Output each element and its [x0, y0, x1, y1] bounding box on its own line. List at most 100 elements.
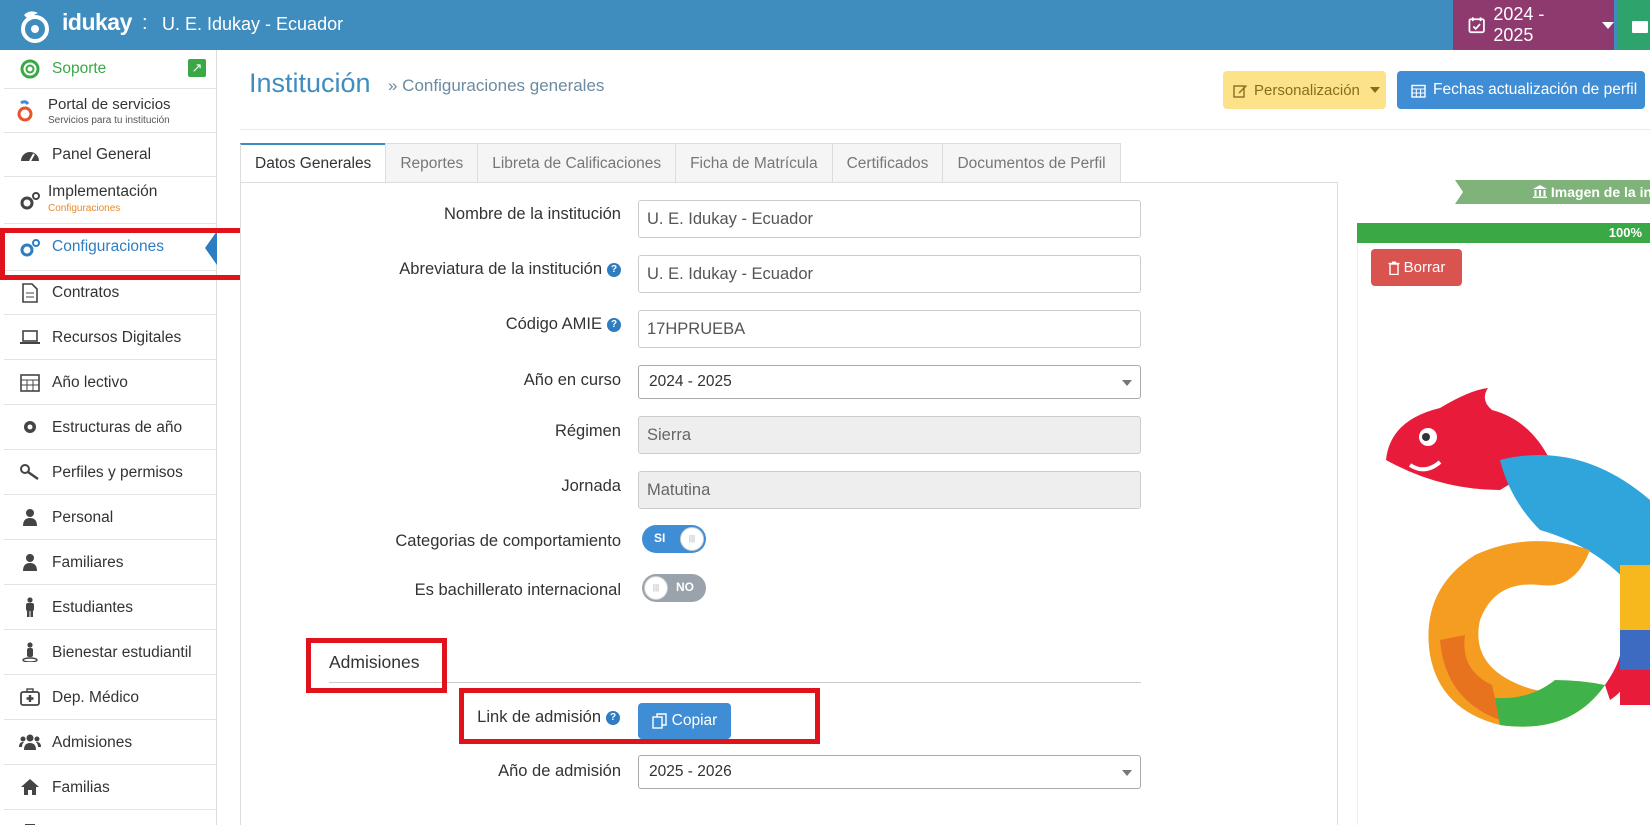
sidebar-item-dep-medico[interactable]: Dep. Médico	[4, 675, 217, 720]
anio-admision-select[interactable]: 2025 - 2026	[638, 755, 1141, 789]
sidebar-item-label: Estudiantes	[52, 599, 133, 616]
regimen-label: Régimen	[555, 422, 621, 441]
upload-progress-bar: 100%	[1357, 223, 1650, 243]
sidebar-item-label: Familias	[52, 779, 110, 796]
image-banner: Imagen de la ins	[1455, 180, 1650, 204]
sidebar-item-label: Admisiones	[52, 734, 133, 751]
envelope-icon	[1632, 21, 1648, 33]
sidebar-item-label: Dep. Médico	[52, 689, 140, 706]
sidebar-item-label: Personal	[52, 509, 114, 526]
chevron-down-icon	[1369, 87, 1380, 93]
institution-name: U. E. Idukay - Ecuador	[162, 14, 344, 34]
page-title: Institución	[249, 68, 371, 98]
anio-curso-label-text: Año en curso	[523, 371, 621, 389]
messages-button[interactable]	[1618, 0, 1650, 50]
sidebar-item-familias[interactable]: Familias	[4, 765, 217, 810]
sidebar-item-implementacion[interactable]: Implementación Configuraciones	[4, 177, 217, 224]
amie-label-text: Código AMIE	[505, 315, 602, 333]
laptop-icon	[19, 326, 41, 348]
nombre-label-text: Nombre de la institución	[443, 205, 621, 223]
anio-admision-label-text: Año de admisión	[498, 762, 621, 780]
tab-datos-generales[interactable]: Datos Generales	[240, 143, 387, 183]
sidebar-item-soporte[interactable]: Soporte ↗	[4, 50, 217, 89]
sidebar-item-perfiles[interactable]: Perfiles y permisos	[4, 450, 217, 495]
regimen-input: Sierra	[638, 416, 1141, 454]
bachillerato-label: Es bachillerato internacional	[415, 581, 621, 600]
anio-admision-label: Año de admisión	[498, 762, 621, 781]
sidebar-item-panel-general[interactable]: Panel General	[4, 133, 217, 177]
highlight-box-link-admision	[459, 688, 820, 744]
section-divider	[329, 682, 1141, 683]
nombre-label: Nombre de la institución	[444, 205, 621, 224]
bachillerato-toggle[interactable]: ||| NO	[642, 574, 706, 602]
fechas-label: Fechas actualización de perfil	[1433, 81, 1638, 98]
sidebar-item-bienestar[interactable]: Bienestar estudiantil	[4, 630, 217, 675]
header-divider	[240, 129, 1650, 130]
chevron-down-icon	[1122, 770, 1132, 776]
tab-ficha-matricula[interactable]: Ficha de Matrícula	[675, 143, 833, 183]
anio-curso-select[interactable]: 2024 - 2025	[638, 365, 1141, 399]
gears-icon	[19, 190, 41, 212]
jornada-label-text: Jornada	[561, 477, 621, 495]
tab-certificados[interactable]: Certificados	[831, 143, 944, 183]
sidebar-item-estudiantes[interactable]: Estudiantes	[4, 585, 217, 630]
sidebar-item-more[interactable]	[4, 810, 217, 825]
borrar-label: Borrar	[1403, 259, 1446, 276]
toggle-text: SI	[654, 531, 666, 545]
sidebar-item-anio-lectivo[interactable]: Año lectivo	[4, 360, 217, 405]
dashboard-icon	[19, 144, 41, 166]
borrar-button[interactable]: Borrar	[1371, 249, 1462, 286]
sidebar-item-label: Perfiles y permisos	[52, 464, 183, 481]
amie-input[interactable]: 17HPRUEBA	[638, 310, 1141, 348]
sidebar-item-label: Soporte	[52, 60, 107, 77]
sidebar-item-personal[interactable]: Personal	[4, 495, 217, 540]
more-icon	[19, 817, 41, 825]
home-icon	[19, 776, 41, 798]
sidebar-item-label: Implementación	[48, 183, 158, 200]
portal-icon	[14, 100, 36, 122]
sidebar-item-label: Familiares	[52, 554, 124, 571]
calendar-icon	[19, 371, 41, 393]
sidebar-item-portal-servicios[interactable]: Portal de servicios Servicios para tu in…	[4, 89, 217, 133]
sidebar-item-label: Estructuras de año	[52, 419, 183, 436]
personalizacion-label: Personalización	[1254, 81, 1360, 99]
toggle-text: NO	[676, 580, 694, 594]
help-icon[interactable]: ?	[607, 262, 621, 277]
sidebar-item-familiares[interactable]: Familiares	[4, 540, 217, 585]
banner-notch	[1455, 180, 1463, 204]
sidebar-item-recursos-digitales[interactable]: Recursos Digitales	[4, 315, 217, 360]
anio-curso-label: Año en curso	[524, 371, 621, 390]
brand-name: idukay	[62, 9, 132, 35]
nombre-input[interactable]: U. E. Idukay - Ecuador	[638, 200, 1141, 238]
toggle-knob: |||	[644, 576, 668, 600]
categorias-label-text: Categorias de comportamiento	[395, 532, 621, 550]
personalizacion-button[interactable]: Personalización	[1223, 71, 1386, 109]
help-icon[interactable]: ?	[607, 317, 621, 332]
fechas-actualizacion-button[interactable]: Fechas actualización de perfil	[1397, 71, 1645, 109]
tab-reportes[interactable]: Reportes	[385, 143, 479, 183]
sidebar-item-admisiones[interactable]: Admisiones	[4, 720, 217, 765]
breadcrumb: » Configuraciones generales	[388, 76, 605, 95]
sidebar-item-label: Contratos	[52, 284, 120, 301]
tab-documentos-perfil[interactable]: Documentos de Perfil	[942, 143, 1121, 183]
external-link-icon[interactable]: ↗	[188, 59, 206, 77]
institution-logo-image	[1386, 388, 1650, 727]
jornada-label: Jornada	[561, 477, 621, 496]
document-icon	[19, 282, 41, 304]
categorias-toggle[interactable]: SI |||	[642, 525, 706, 553]
sidebar-item-estructuras[interactable]: Estructuras de año	[4, 405, 217, 450]
image-panel-border	[1357, 243, 1358, 825]
trash-icon	[1388, 261, 1400, 275]
bachillerato-label-text: Es bachillerato internacional	[414, 581, 621, 599]
abreviatura-label-text: Abreviatura de la institución	[399, 260, 602, 278]
sidebar-item-label: Bienestar estudiantil	[52, 644, 192, 661]
abreviatura-input[interactable]: U. E. Idukay - Ecuador	[638, 255, 1141, 293]
brand-separator: :	[142, 12, 148, 34]
regimen-label-text: Régimen	[554, 422, 621, 440]
idukay-logo-icon[interactable]	[18, 7, 52, 43]
jornada-input: Matutina	[638, 471, 1141, 509]
toggle-knob: |||	[680, 527, 704, 551]
child-icon	[19, 596, 41, 618]
year-selector[interactable]: 2024 - 2025	[1453, 0, 1614, 50]
tab-libreta[interactable]: Libreta de Calificaciones	[477, 143, 677, 183]
